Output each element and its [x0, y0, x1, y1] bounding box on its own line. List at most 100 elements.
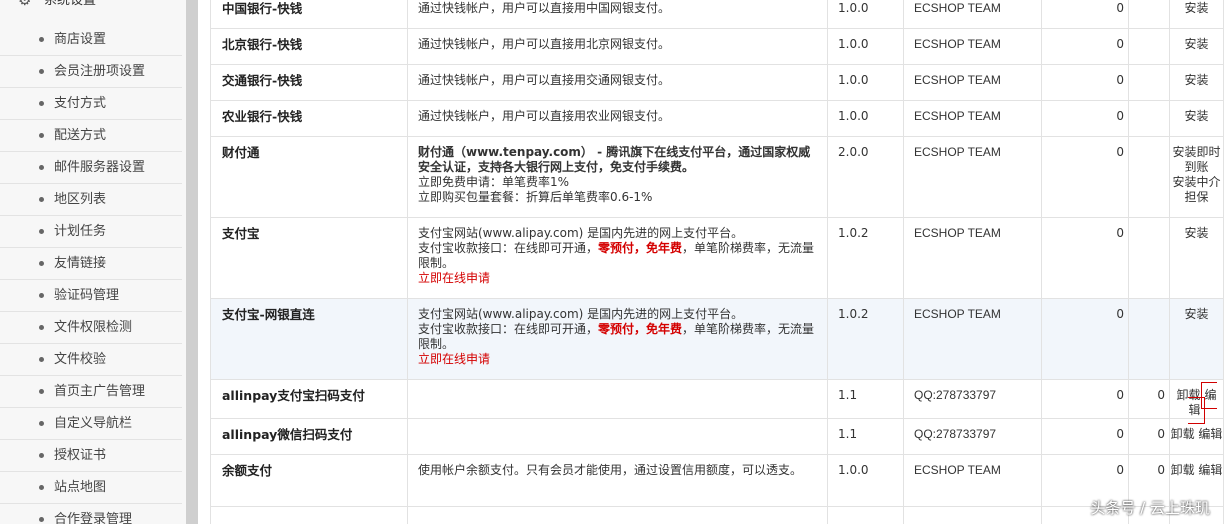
sidebar-item-label: 授权证书 — [54, 448, 107, 463]
sidebar-item-label: 会员注册项设置 — [54, 64, 146, 79]
payment-fee: 0 — [1041, 100, 1129, 137]
payment-author: QQ:278733797 — [903, 418, 1042, 455]
gear-icon: ⚙ — [18, 0, 32, 9]
install-link[interactable]: 安装 — [1184, 226, 1208, 240]
payment-version: 1.1 — [827, 418, 904, 455]
install-instant-link[interactable]: 安装即时到账 — [1170, 145, 1223, 175]
payment-order: 0 — [1128, 418, 1170, 455]
bullet-icon — [39, 293, 44, 298]
sidebar-item-label: 验证码管理 — [54, 288, 120, 303]
sidebar-item-label: 支付方式 — [54, 96, 107, 111]
payment-name: 北京银行-快钱 — [210, 28, 408, 65]
sidebar-item-region-list[interactable]: 地区列表 — [0, 184, 182, 216]
payment-version: 1.0.0 — [827, 100, 904, 137]
table-row: 北京银行-快钱 通过快钱帐户，用户可以直接用北京网银支付。 1.0.0 ECSH… — [210, 28, 1224, 65]
apply-online-link[interactable]: 立即在线申请 — [418, 352, 821, 367]
payment-author: ECSHOP TEAM — [903, 100, 1042, 137]
payment-order — [1128, 298, 1170, 380]
payment-description: 支付宝网站(www.alipay.com) 是国内先进的网上支付平台。 支付宝收… — [407, 298, 828, 380]
payment-fee: 0 — [1041, 0, 1129, 29]
sidebar-item-label: 商店设置 — [54, 32, 107, 47]
collapse-icon[interactable]: − — [160, 0, 172, 6]
description-headline: 财付通（www.tenpay.com） - 腾讯旗下在线支付平台，通过国家权威安… — [418, 145, 811, 174]
sidebar-item-label: 文件权限检测 — [54, 320, 133, 335]
install-link[interactable]: 安装 — [1184, 37, 1208, 51]
install-link[interactable]: 安装 — [1184, 307, 1208, 321]
payment-author: ECSHOP TEAM — [903, 0, 1042, 29]
description-line[interactable]: 立即免费申请：单笔费率1% — [418, 175, 821, 190]
install-link[interactable]: 安装 — [1184, 1, 1208, 15]
table-row: 支付宝 支付宝网站(www.alipay.com) 是国内先进的网上支付平台。 … — [210, 217, 1224, 299]
bullet-icon — [39, 485, 44, 490]
payment-actions: 安装 — [1169, 298, 1224, 380]
sidebar-item-sitemap[interactable]: 站点地图 — [0, 472, 182, 504]
sidebar-item-partner-login[interactable]: 合作登录管理 — [0, 504, 182, 524]
sidebar-item-home-ads[interactable]: 首页主广告管理 — [0, 376, 182, 408]
install-link[interactable]: 安装 — [1184, 73, 1208, 87]
description-text: 支付宝收款接口：在线即可开通， — [418, 241, 599, 255]
sidebar-item-file-permissions[interactable]: 文件权限检测 — [0, 312, 182, 344]
description-line[interactable]: 立即购买包量套餐：折算后单笔费率0.6-1% — [418, 190, 821, 205]
bullet-icon — [39, 165, 44, 170]
sidebar-scrollbar[interactable] — [186, 0, 198, 524]
sidebar-item-captcha[interactable]: 验证码管理 — [0, 280, 182, 312]
sidebar-item-custom-nav[interactable]: 自定义导航栏 — [0, 408, 182, 440]
sidebar-item-label: 文件校验 — [54, 352, 107, 367]
sidebar-item-label: 配送方式 — [54, 128, 107, 143]
sidebar-item-label: 自定义导航栏 — [54, 416, 133, 431]
uninstall-link[interactable]: 卸载 — [1171, 427, 1195, 441]
payment-description: 通过快钱帐户，用户可以直接用交通网银支付。 — [407, 64, 828, 101]
sidebar-item-payment-methods[interactable]: 支付方式 — [0, 88, 182, 120]
payment-name: 中国银行-快钱 — [210, 0, 408, 29]
install-escrow-link[interactable]: 安装中介担保 — [1170, 175, 1223, 205]
payment-author: ECSHOP TEAM — [903, 217, 1042, 299]
sidebar-item-scheduled-tasks[interactable]: 计划任务 — [0, 216, 182, 248]
sidebar-item-friend-links[interactable]: 友情链接 — [0, 248, 182, 280]
payment-name: allinpay支付宝扫码支付 — [210, 379, 408, 419]
payment-order — [1128, 64, 1170, 101]
edit-link[interactable]: 编辑 — [1198, 463, 1222, 477]
table-row: 财付通 财付通（www.tenpay.com） - 腾讯旗下在线支付平台，通过国… — [210, 136, 1224, 218]
payment-order — [1128, 136, 1170, 218]
payment-version: 1.0.0 — [827, 64, 904, 101]
payment-description: 通过快钱帐户，用户可以直接用农业网银支付。 — [407, 100, 828, 137]
bullet-icon — [39, 357, 44, 362]
payment-version: 1.0.0 — [827, 0, 904, 29]
payment-version: 1.0.2 — [827, 298, 904, 380]
uninstall-link[interactable]: 卸载 — [1171, 463, 1195, 477]
payment-order — [1128, 0, 1170, 29]
bullet-icon — [39, 229, 44, 234]
payment-version: 1.1 — [827, 379, 904, 419]
sidebar-item-mail-server[interactable]: 邮件服务器设置 — [0, 152, 182, 184]
bullet-icon — [39, 197, 44, 202]
payment-description: 支付宝网站(www.alipay.com) 是国内先进的网上支付平台。 支付宝收… — [407, 217, 828, 299]
sidebar-item-shop-settings[interactable]: 商店设置 — [0, 24, 182, 56]
sidebar-item-member-registration[interactable]: 会员注册项设置 — [0, 56, 182, 88]
sidebar-item-file-check[interactable]: 文件校验 — [0, 344, 182, 376]
payment-fee: 0 — [1041, 28, 1129, 65]
table-row: allinpay支付宝扫码支付 1.1 QQ:278733797 0 0 卸载编… — [210, 379, 1224, 424]
sidebar-item-label: 站点地图 — [54, 480, 107, 495]
payment-fee: 0 — [1041, 418, 1129, 455]
sidebar-section-label: 系统设置 — [44, 0, 97, 8]
sidebar-item-shipping-methods[interactable]: 配送方式 — [0, 120, 182, 152]
bullet-icon — [39, 325, 44, 330]
sidebar-item-license[interactable]: 授权证书 — [0, 440, 182, 472]
payment-name: 财付通 — [210, 136, 408, 218]
table-row: allinpay微信扫码支付 1.1 QQ:278733797 0 0 卸载 编… — [210, 418, 1224, 455]
payment-name: 支付宝-网银直连 — [210, 298, 408, 380]
payment-actions: 安装即时到账 安装中介担保 — [1169, 136, 1224, 218]
apply-online-link[interactable]: 立即在线申请 — [418, 271, 821, 286]
description-line: 支付宝网站(www.alipay.com) 是国内先进的网上支付平台。 — [418, 307, 744, 321]
bullet-icon — [39, 517, 44, 522]
install-link[interactable]: 安装 — [1184, 109, 1208, 123]
payment-actions: 安装 — [1169, 64, 1224, 101]
payment-description: 通过快钱帐户，用户可以直接用中国网银支付。 — [407, 0, 828, 29]
payment-order: 0 — [1128, 379, 1170, 419]
bullet-icon — [39, 133, 44, 138]
payment-name: allinpay微信扫码支付 — [210, 418, 408, 455]
payment-description: 财付通（www.tenpay.com） - 腾讯旗下在线支付平台，通过国家权威安… — [407, 136, 828, 218]
description-text: 支付宝收款接口：在线即可开通， — [418, 322, 599, 336]
sidebar-section-system-settings[interactable]: ⚙ 系统设置 − — [0, 0, 186, 12]
edit-link[interactable]: 编辑 — [1198, 427, 1222, 441]
